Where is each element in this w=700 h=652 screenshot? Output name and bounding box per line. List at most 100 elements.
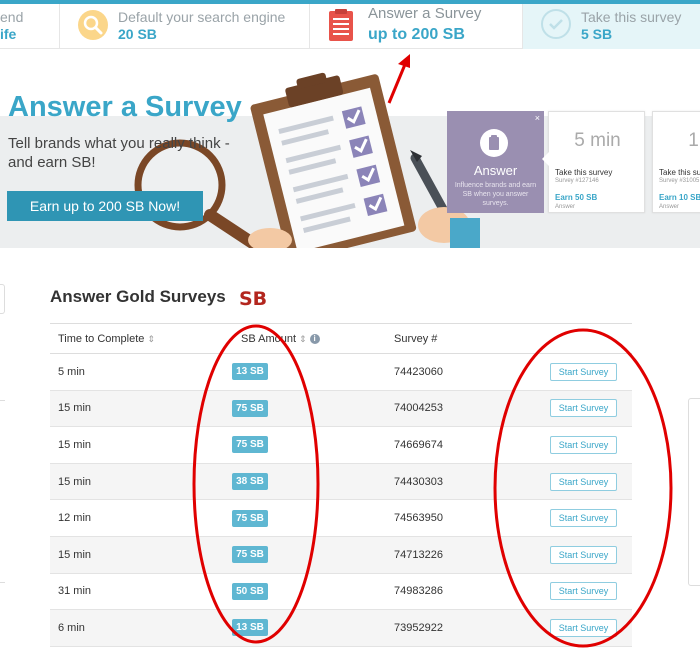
survey-card[interactable]: 1 n Take this survey Survey #31005 Earn … [652, 111, 700, 213]
table-row: 6 min 13 SB 73952922 Start Survey [50, 609, 632, 647]
start-survey-button[interactable]: Start Survey [550, 618, 617, 637]
sort-icon[interactable]: ⇕ [299, 334, 307, 344]
cell-survey: 73952922 [386, 609, 539, 647]
tab-answer-survey-reward: up to 200 SB [368, 26, 465, 43]
cell-survey: 74713226 [386, 536, 539, 574]
search-icon [78, 10, 108, 40]
header-sb[interactable]: SB Amount ⇕ i [233, 323, 386, 354]
cell-sb: 13 SB [232, 353, 386, 391]
time-value: 15 min [58, 402, 92, 415]
tab-answer-survey-label: Answer a Survey [368, 5, 482, 22]
cell-survey: 74563950 [386, 499, 539, 537]
cell-survey: 74423060 [386, 353, 539, 391]
answer-info-card: × Answer Influence brands and earn SB wh… [447, 111, 544, 213]
clipboard-icon [326, 8, 356, 47]
time-value: 15 min [58, 548, 92, 561]
survey-number: 73952922 [394, 621, 443, 634]
cell-time: 6 min [50, 609, 233, 647]
cell-survey: 74983286 [386, 573, 539, 611]
table-header-row: Time to Complete ⇕ SB Amount ⇕ i Survey # [50, 323, 632, 354]
header-survey-label: Survey # [394, 332, 438, 345]
tab-partial-line1: end [0, 9, 24, 25]
left-panel-edge [0, 284, 5, 314]
sb-badge: 75 SB [232, 546, 268, 564]
tab-take-survey-reward: 5 SB [581, 26, 613, 42]
cell-action: Start Survey [539, 536, 632, 574]
cell-time: 15 min [50, 536, 233, 574]
cell-sb: 75 SB [232, 426, 386, 464]
tab-partial-line2: ife [0, 26, 17, 42]
sb-badge: 50 SB [232, 582, 268, 600]
header-time[interactable]: Time to Complete ⇕ [50, 323, 233, 354]
cell-time: 31 min [50, 573, 233, 611]
survey-number: 74430303 [394, 475, 443, 488]
check-icon [541, 9, 571, 39]
survey-card-earn: Earn 50 SB [555, 193, 598, 202]
answer-card-description: Influence brands and earn SB when you an… [454, 182, 537, 207]
cell-sb: 38 SB [232, 463, 386, 501]
survey-number: 74004253 [394, 402, 443, 415]
time-value: 6 min [58, 621, 85, 634]
tab-search-engine-label: Default your search engine [118, 9, 286, 25]
table-row: 12 min 75 SB 74563950 Start Survey [50, 499, 632, 537]
start-survey-button[interactable]: Start Survey [550, 509, 617, 528]
survey-card-time: 5 min [574, 130, 621, 151]
hero-title: Answer a Survey [8, 91, 242, 123]
cell-action: Start Survey [539, 463, 632, 501]
survey-number: 74983286 [394, 585, 443, 598]
tab-partial-left[interactable]: end ife [0, 4, 60, 49]
start-survey-button[interactable]: Start Survey [550, 545, 617, 564]
cell-action: Start Survey [539, 573, 632, 611]
cell-action: Start Survey [539, 499, 632, 537]
sort-icon[interactable]: ⇕ [147, 334, 155, 344]
start-survey-button[interactable]: Start Survey [550, 472, 617, 491]
close-icon[interactable]: × [535, 113, 540, 123]
table-row: 15 min 75 SB 74713226 Start Survey [50, 536, 632, 574]
cell-sb: 75 SB [232, 536, 386, 574]
earn-tabs: end ife Default your search engine 20 SB… [0, 4, 700, 49]
cell-survey: 74669674 [386, 426, 539, 464]
start-survey-button[interactable]: Start Survey [550, 435, 617, 454]
survey-card-number: Survey #127146 [555, 178, 599, 184]
survey-number: 74423060 [394, 365, 443, 378]
cell-action: Start Survey [539, 353, 632, 391]
left-divider [0, 582, 5, 583]
section-title: Answer Gold Surveys [50, 287, 226, 306]
survey-card-take: Take this survey [659, 168, 700, 177]
sb-badge: 75 SB [232, 399, 268, 417]
cell-action: Start Survey [539, 609, 632, 647]
table-row: 15 min 75 SB 74004253 Start Survey [50, 390, 632, 428]
start-survey-button[interactable]: Start Survey [550, 362, 617, 381]
tab-search-engine[interactable]: Default your search engine 20 SB [60, 4, 310, 49]
survey-card[interactable]: 5 min Take this survey Survey #127146 Ea… [542, 111, 645, 213]
survey-card-earn: Earn 10 SB [659, 193, 700, 202]
cell-survey: 74430303 [386, 463, 539, 501]
cell-time: 15 min [50, 426, 233, 464]
cell-time: 15 min [50, 463, 233, 501]
sb-badge: 38 SB [232, 473, 268, 491]
cell-time: 15 min [50, 390, 233, 428]
table-row: 15 min 75 SB 74669674 Start Survey [50, 426, 632, 464]
tab-answer-survey[interactable]: Answer a Survey up to 200 SB [310, 4, 523, 49]
survey-card-take: Take this survey [555, 168, 613, 177]
gold-surveys-table: Time to Complete ⇕ SB Amount ⇕ i Survey # 5… [50, 323, 632, 647]
survey-number: 74713226 [394, 548, 443, 561]
tab-search-engine-reward: 20 SB [118, 26, 157, 42]
cell-sb: 13 SB [232, 609, 386, 647]
sb-badge: 13 SB [232, 619, 268, 637]
cell-time: 12 min [50, 499, 233, 537]
start-survey-button[interactable]: Start Survey [550, 399, 617, 418]
survey-card-answer: Answer [555, 204, 576, 210]
tab-take-survey[interactable]: Take this survey 5 SB [523, 4, 700, 49]
time-value: 5 min [58, 365, 85, 378]
survey-card-answer: Answer [659, 204, 680, 210]
header-survey: Survey # [386, 323, 539, 354]
cell-sb: 50 SB [232, 573, 386, 611]
table-row: 31 min 50 SB 74983286 Start Survey [50, 573, 632, 611]
earn-now-button[interactable]: Earn up to 200 SB Now! [7, 191, 203, 221]
info-icon[interactable]: i [309, 333, 320, 344]
start-survey-button[interactable]: Start Survey [550, 582, 617, 601]
right-panel-edge [688, 398, 700, 586]
cell-survey: 74004253 [386, 390, 539, 428]
header-action [539, 323, 632, 354]
